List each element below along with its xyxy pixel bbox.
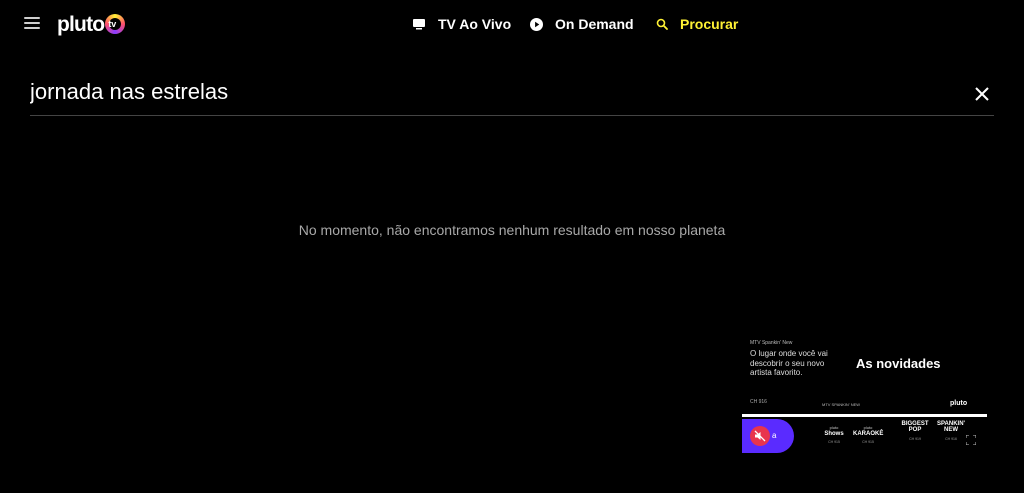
mini-video-player[interactable]: MTV Spankin' New O lugar onde você vai d… <box>742 334 987 456</box>
mute-label: a <box>772 431 777 440</box>
nav-item-label: Procurar <box>680 16 739 32</box>
channel-logo[interactable]: SPANKIN' NEW CH 916 <box>936 421 966 441</box>
hamburger-menu-icon[interactable] <box>24 17 40 31</box>
player-progress-bar <box>742 414 987 417</box>
player-controls: a pluto Shows CH 915 pluto KARAOKÊ CH 91… <box>742 419 987 456</box>
player-channel-number: CH 916 <box>750 399 767 405</box>
player-tagline: O lugar onde você vai descobrir o seu no… <box>750 349 828 378</box>
empty-results-message: No momento, não encontramos nenhum resul… <box>298 222 726 238</box>
search-input[interactable] <box>30 76 930 108</box>
mute-pill: a <box>742 419 794 453</box>
player-headline: As novidades <box>856 356 941 371</box>
channel-logo[interactable]: pluto KARAOKÊ CH 915 <box>853 425 883 444</box>
nav-item-search[interactable]: Procurar <box>656 14 738 34</box>
top-nav: pluto tv TV Ao Vivo On Demand Procurar <box>0 0 1024 48</box>
player-source-label: MTV SPANKIN' NEW <box>822 402 861 407</box>
search-icon <box>656 18 668 30</box>
player-brand-logo: pluto <box>950 400 968 407</box>
nav-item-label: On Demand <box>555 16 634 32</box>
search-bar <box>30 70 994 116</box>
nav-item-live-tv[interactable]: TV Ao Vivo <box>412 14 511 34</box>
channel-logo[interactable]: pluto Shows CH 915 <box>819 425 849 444</box>
nav-item-on-demand[interactable]: On Demand <box>530 14 634 34</box>
expand-icon[interactable] <box>965 432 977 446</box>
tv-icon <box>412 18 426 30</box>
logo-wordmark: pluto <box>57 12 105 36</box>
logo-tv-badge: tv <box>105 14 126 34</box>
close-icon[interactable] <box>974 86 990 102</box>
play-circle-icon <box>530 17 543 31</box>
muted-speaker-icon[interactable] <box>750 426 770 446</box>
channel-logo[interactable]: BIGGEST POP CH 919 <box>900 421 930 441</box>
nav-item-label: TV Ao Vivo <box>438 16 512 32</box>
player-channel-name: MTV Spankin' New <box>750 340 793 346</box>
pluto-tv-logo[interactable]: pluto tv <box>57 12 126 36</box>
